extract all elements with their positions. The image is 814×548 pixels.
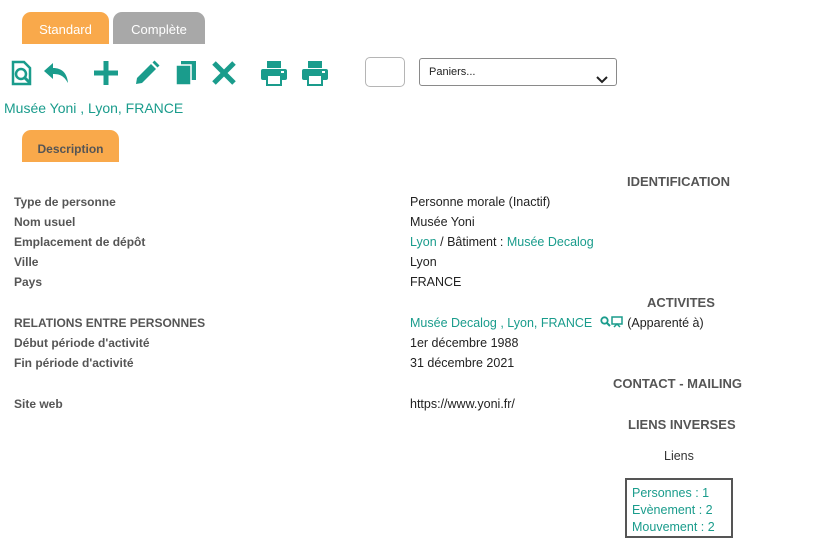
pays-value: FRANCE <box>410 275 462 289</box>
nom-label: Nom usuel <box>14 215 76 229</box>
relations-label: RELATIONS ENTRE PERSONNES <box>14 316 206 330</box>
tab-complete[interactable]: Complète <box>113 12 205 44</box>
relations-link[interactable]: Musée Decalog , Lyon, FRANCE <box>410 316 592 330</box>
type-label: Type de personne <box>14 195 116 209</box>
pays-label: Pays <box>14 275 43 289</box>
tab-description[interactable]: Description <box>22 130 119 162</box>
search-document-button[interactable] <box>8 58 36 88</box>
site-label: Site web <box>14 397 63 411</box>
liens-box: Personnes : 1 Evènement : 2 Mouvement : … <box>625 478 733 538</box>
undo-icon <box>42 61 70 85</box>
emplacement-value: Lyon / Bâtiment : Musée Decalog <box>410 235 594 249</box>
liens-evenement-link[interactable]: Evènement : 2 <box>632 502 731 519</box>
undo-button[interactable] <box>42 58 70 88</box>
debut-label: Début période d'activité <box>14 336 150 350</box>
fin-value: 31 décembre 2021 <box>410 356 515 370</box>
tab-standard[interactable]: Standard <box>22 12 109 44</box>
emplacement-separator: / Bâtiment : <box>440 235 504 249</box>
ville-value: Lyon <box>410 255 437 269</box>
edit-icon <box>134 60 160 86</box>
section-contact-mailing: CONTACT - MAILING <box>613 376 743 391</box>
debut-value: 1er décembre 1988 <box>410 336 519 350</box>
delete-button[interactable] <box>210 58 238 88</box>
add-button[interactable] <box>92 58 120 88</box>
basket-select[interactable]: Paniers... <box>419 58 617 86</box>
print-alt-button[interactable] <box>301 58 329 88</box>
basket-select-value: Paniers... <box>429 66 476 78</box>
batiment-link[interactable]: Musée Decalog <box>507 235 594 249</box>
copy-button[interactable] <box>172 58 200 88</box>
type-value: Personne morale (Inactif) <box>410 195 551 209</box>
empty-field[interactable] <box>365 57 405 87</box>
emplacement-lyon-link[interactable]: Lyon <box>410 235 437 249</box>
search-document-icon <box>9 59 35 87</box>
delete-icon <box>211 60 237 86</box>
print-alt-icon <box>301 60 329 86</box>
emplacement-label: Emplacement de dépôt <box>14 235 146 249</box>
section-activites: ACTIVITES <box>647 295 715 310</box>
nom-value: Musée Yoni <box>410 215 475 229</box>
liens-title: Liens <box>664 449 694 463</box>
copy-icon <box>174 60 198 86</box>
fin-label: Fin période d'activité <box>14 356 134 370</box>
print-button[interactable] <box>260 58 288 88</box>
liens-personnes-link[interactable]: Personnes : 1 <box>632 485 731 502</box>
relations-value: Musée Decalog , Lyon, FRANCE (Apparenté … <box>410 316 704 331</box>
print-icon <box>260 60 288 86</box>
add-icon <box>93 60 119 86</box>
page-title: Musée Yoni , Lyon, FRANCE <box>4 100 184 116</box>
relations-suffix: (Apparenté à) <box>627 316 704 330</box>
edit-button[interactable] <box>133 58 161 88</box>
site-value: https://www.yoni.fr/ <box>410 397 515 411</box>
chevron-down-icon <box>596 68 608 94</box>
ville-label: Ville <box>14 255 39 269</box>
section-identification: IDENTIFICATION <box>627 174 731 189</box>
search-link-icon[interactable] <box>600 316 624 331</box>
liens-mouvement-link[interactable]: Mouvement : 2 <box>632 519 731 536</box>
section-liens-inverses: LIENS INVERSES <box>628 417 736 432</box>
